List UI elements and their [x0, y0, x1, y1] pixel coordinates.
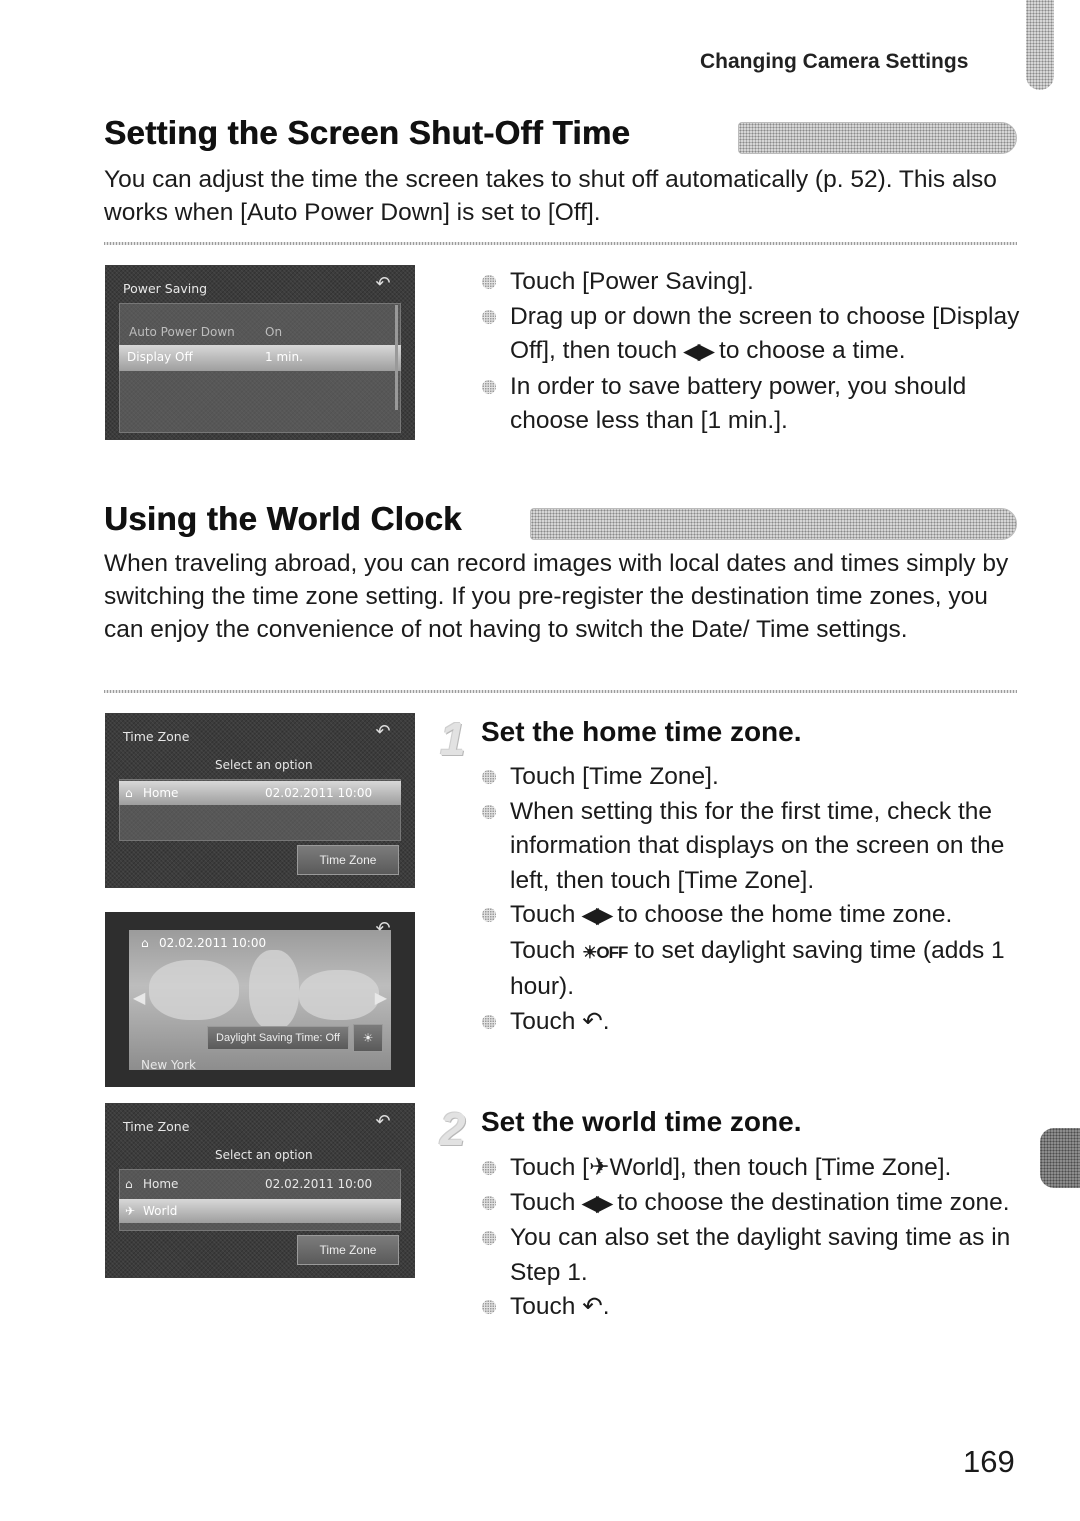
instruction-list: Touch [Time Zone]. When setting this for… — [478, 760, 1023, 1039]
screen-subtitle: Select an option — [215, 1148, 313, 1162]
plane-icon: ✈ — [125, 1204, 136, 1218]
right-arrow-icon: ▶ — [374, 988, 387, 1007]
left-right-arrows-icon: ◀▶ — [582, 904, 612, 927]
camera-screen-world-map: ⌂ 02.02.2011 10:00 ↶ ◀ ▶ Daylight Saving… — [105, 912, 415, 1087]
screen-title: Power Saving — [123, 281, 208, 296]
back-icon: ↶ — [582, 1293, 603, 1320]
left-right-arrows-icon: ◀▶ — [683, 340, 714, 363]
bullet-icon — [482, 1014, 496, 1029]
list-item: Touch ↶. — [478, 1005, 1023, 1040]
option-label: World — [143, 1204, 178, 1218]
back-icon: ↶ — [375, 721, 391, 742]
home-icon: ⌂ — [125, 786, 133, 800]
list-item: Touch ↶. — [478, 1290, 1038, 1325]
plane-icon: ✈ — [589, 1154, 610, 1181]
back-icon: ↶ — [582, 1007, 603, 1035]
camera-screen-power-saving: Power Saving ↶ Auto Power Down On Displa… — [105, 265, 415, 440]
chapter-index-tab — [1040, 1128, 1080, 1188]
screen-title: Time Zone — [123, 729, 190, 744]
page-number: 169 — [963, 1444, 1015, 1479]
title-decoration-bar — [738, 122, 1017, 154]
back-icon: ↶ — [375, 273, 391, 294]
setting-value: 1 min. — [265, 350, 303, 364]
section-intro: You can adjust the time the screen takes… — [104, 166, 997, 226]
bullet-icon — [482, 908, 496, 922]
dst-icon: ☀ — [353, 1024, 383, 1052]
list-item: Touch [Time Zone]. — [478, 760, 1023, 795]
map-datetime: 02.02.2011 10:00 — [159, 936, 267, 950]
list-item: In order to save battery power, you shou… — [478, 370, 1023, 439]
bullet-icon — [482, 770, 496, 784]
list-item: Touch [✈World], then touch [Time Zone]. — [478, 1151, 1038, 1186]
time-zone-button: Time Zone — [297, 845, 399, 875]
list-item: Touch ◀▶ to choose the home time zone. T… — [478, 898, 1023, 1005]
daylight-saving-icon: ☀OFF — [582, 942, 628, 962]
dst-label: Daylight Saving Time: Off — [207, 1026, 349, 1050]
section-divider — [104, 690, 1017, 693]
list-item: When setting this for the first time, ch… — [478, 795, 1023, 899]
home-icon: ⌂ — [141, 936, 149, 950]
bullet-icon — [482, 309, 496, 324]
back-icon: ↶ — [375, 918, 391, 939]
screen-subtitle: Select an option — [215, 758, 313, 772]
left-arrow-icon: ◀ — [133, 988, 146, 1007]
option-label: Home — [143, 786, 179, 800]
instruction-list: Touch [✈World], then touch [Time Zone]. … — [478, 1151, 1038, 1325]
bullet-icon — [482, 1231, 496, 1245]
setting-value: On — [265, 325, 283, 339]
title-decoration-bar — [530, 508, 1017, 540]
camera-screen-time-zone-home: Time Zone ↶ Select an option ⌂ Home 02.0… — [105, 713, 415, 888]
city-label: New York — [141, 1058, 196, 1072]
time-zone-button: Time Zone — [297, 1235, 399, 1265]
setting-label: Auto Power Down — [129, 325, 235, 339]
step-number: 2 — [440, 1103, 466, 1155]
section-intro: When traveling abroad, you can record im… — [104, 550, 1009, 643]
running-head: Changing Camera Settings — [700, 50, 969, 73]
setting-label: Display Off — [127, 350, 193, 364]
section-title-screen-shutoff: Setting the Screen Shut-Off Time — [104, 114, 631, 151]
list-item: You can also set the daylight saving tim… — [478, 1221, 1038, 1290]
instruction-list: Touch [Power Saving]. Drag up or down th… — [478, 265, 1023, 439]
screen-title: Time Zone — [123, 1119, 190, 1134]
left-right-arrows-icon: ◀▶ — [582, 1191, 612, 1215]
camera-screen-time-zone-world: Time Zone ↶ Select an option ⌂ Home 02.0… — [105, 1103, 415, 1278]
bullet-icon — [482, 1300, 496, 1314]
chapter-tab-marker — [1026, 0, 1054, 90]
step-title: Set the world time zone. — [481, 1106, 802, 1137]
option-value: 02.02.2011 10:00 — [265, 786, 373, 800]
bullet-icon — [482, 804, 496, 819]
list-item: Drag up or down the screen to choose [Di… — [478, 300, 1023, 370]
bullet-icon — [482, 1161, 496, 1175]
back-icon: ↶ — [375, 1111, 391, 1132]
step-title: Set the home time zone. — [481, 716, 802, 747]
option-label: Home — [143, 1177, 179, 1191]
bullet-icon — [482, 1195, 496, 1210]
home-icon: ⌂ — [125, 1177, 133, 1191]
step-number: 1 — [440, 713, 466, 765]
section-title-world-clock: Using the World Clock — [104, 500, 462, 537]
bullet-icon — [482, 379, 496, 394]
list-item: Touch ◀▶ to choose the destination time … — [478, 1186, 1038, 1222]
scrollbar — [395, 305, 398, 410]
option-value: 02.02.2011 10:00 — [265, 1177, 373, 1191]
list-item: Touch [Power Saving]. — [478, 265, 1023, 300]
bullet-icon — [482, 275, 496, 289]
section-divider — [104, 242, 1017, 245]
